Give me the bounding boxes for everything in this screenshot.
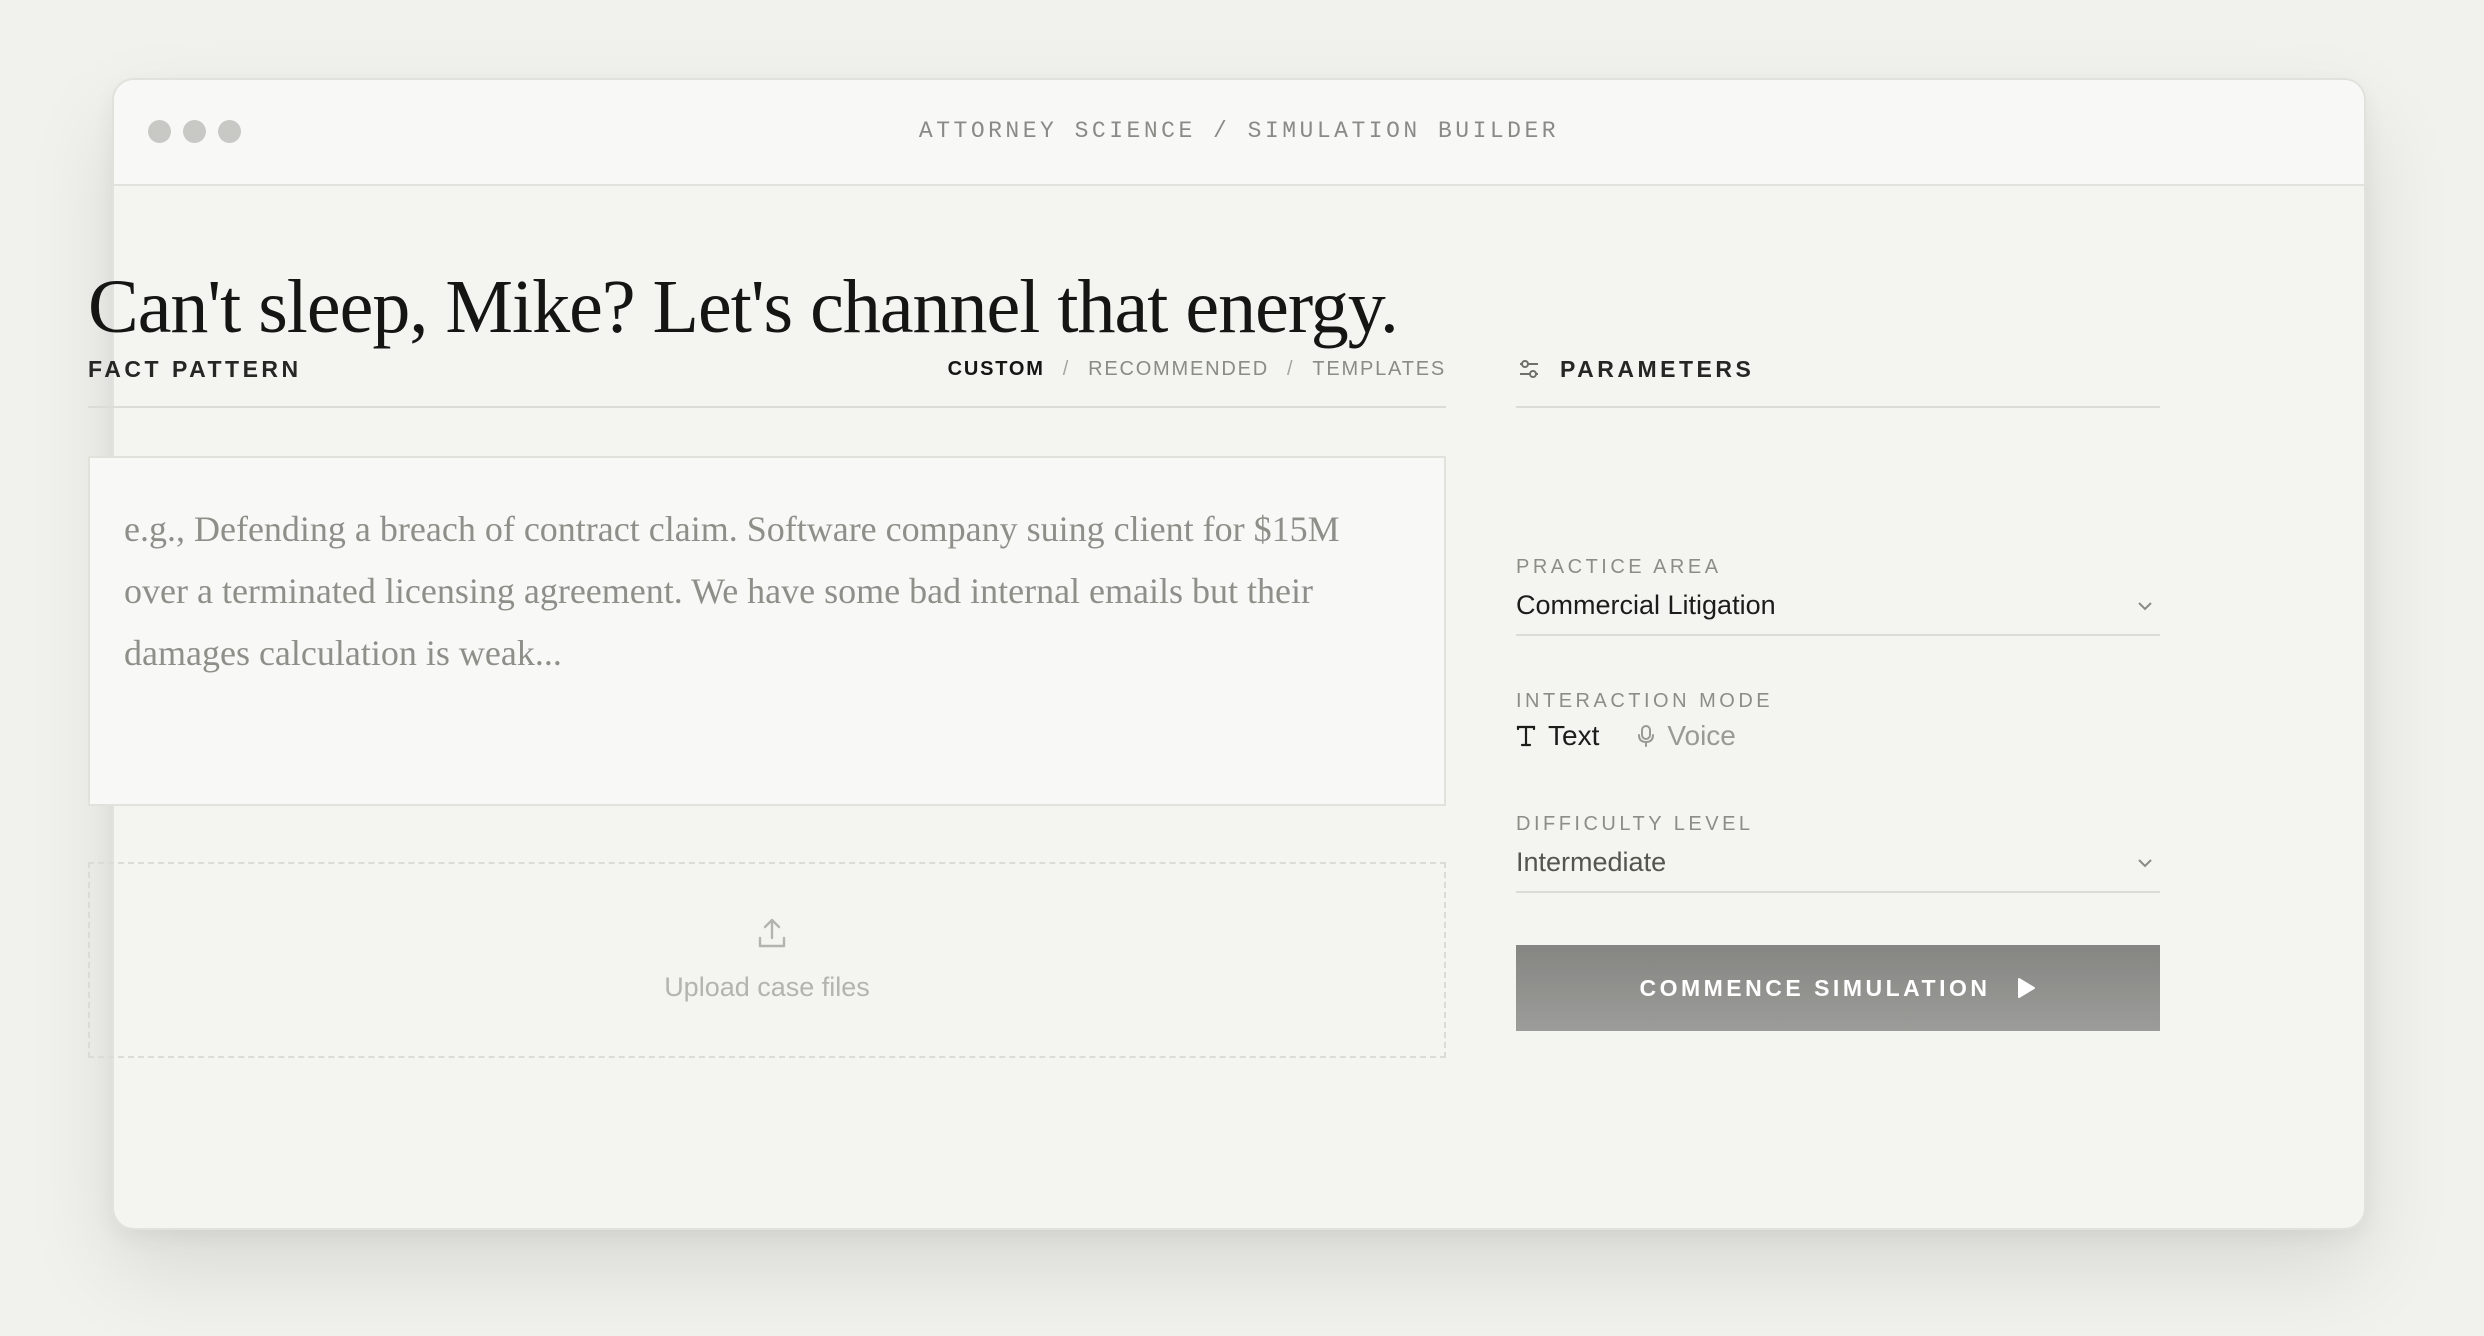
commence-simulation-button[interactable]: COMMENCE SIMULATION <box>1516 945 2160 1031</box>
text-icon <box>1516 725 1536 747</box>
tab-separator: / <box>1287 358 1295 380</box>
tab-recommended[interactable]: RECOMMENDED <box>1088 358 1269 381</box>
fact-pattern-header: FACT PATTERN CUSTOM / RECOMMENDED / TEMP… <box>88 346 1446 408</box>
parameters-header: PARAMETERS <box>1516 346 2160 408</box>
tab-templates[interactable]: TEMPLATES <box>1312 358 1446 381</box>
mode-voice-label: Voice <box>1667 720 1736 751</box>
fact-pattern-input[interactable] <box>90 458 1444 804</box>
difficulty-level-select[interactable]: Intermediate <box>1516 839 2160 893</box>
play-icon <box>2017 978 2035 998</box>
title-bar: ATTORNEY SCIENCE / SIMULATION BUILDER <box>114 80 2364 186</box>
window-title: ATTORNEY SCIENCE / SIMULATION BUILDER <box>918 118 1560 144</box>
commence-simulation-label: COMMENCE SIMULATION <box>1639 974 1991 1001</box>
mode-text-option[interactable]: Text <box>1516 720 1599 752</box>
fact-pattern-box <box>88 456 1446 806</box>
upload-label: Upload case files <box>664 972 870 1002</box>
mode-voice-option[interactable]: Voice <box>1637 720 1736 752</box>
chevron-down-icon <box>2138 602 2152 611</box>
tab-separator: / <box>1062 358 1071 380</box>
mode-text-label: Text <box>1548 720 1600 751</box>
interaction-mode-label: INTERACTION MODE <box>1516 690 1774 712</box>
sliders-icon <box>1520 360 1538 378</box>
practice-area-label: PRACTICE AREA <box>1516 556 1722 578</box>
practice-area-select[interactable]: Commercial Litigation <box>1516 582 2160 636</box>
upload-dropzone[interactable]: Upload case files <box>88 862 1446 1058</box>
parameters-label: PARAMETERS <box>1560 356 1755 382</box>
tab-custom[interactable]: CUSTOM <box>948 358 1045 381</box>
difficulty-level-label: DIFFICULTY LEVEL <box>1516 813 1754 835</box>
fact-pattern-label: FACT PATTERN <box>88 356 302 382</box>
chevron-down-icon <box>2138 859 2152 868</box>
difficulty-level-value: Intermediate <box>1516 847 1667 877</box>
page-headline: Can't sleep, Mike? Let's channel that en… <box>88 265 1399 349</box>
practice-area-value: Commercial Litigation <box>1516 590 1776 620</box>
microphone-icon <box>1638 725 1655 747</box>
interaction-mode-toggle: Text Voice <box>1516 720 1736 752</box>
fact-pattern-tabs: CUSTOM / RECOMMENDED / TEMPLATES <box>948 358 1446 381</box>
upload-icon <box>758 918 786 948</box>
